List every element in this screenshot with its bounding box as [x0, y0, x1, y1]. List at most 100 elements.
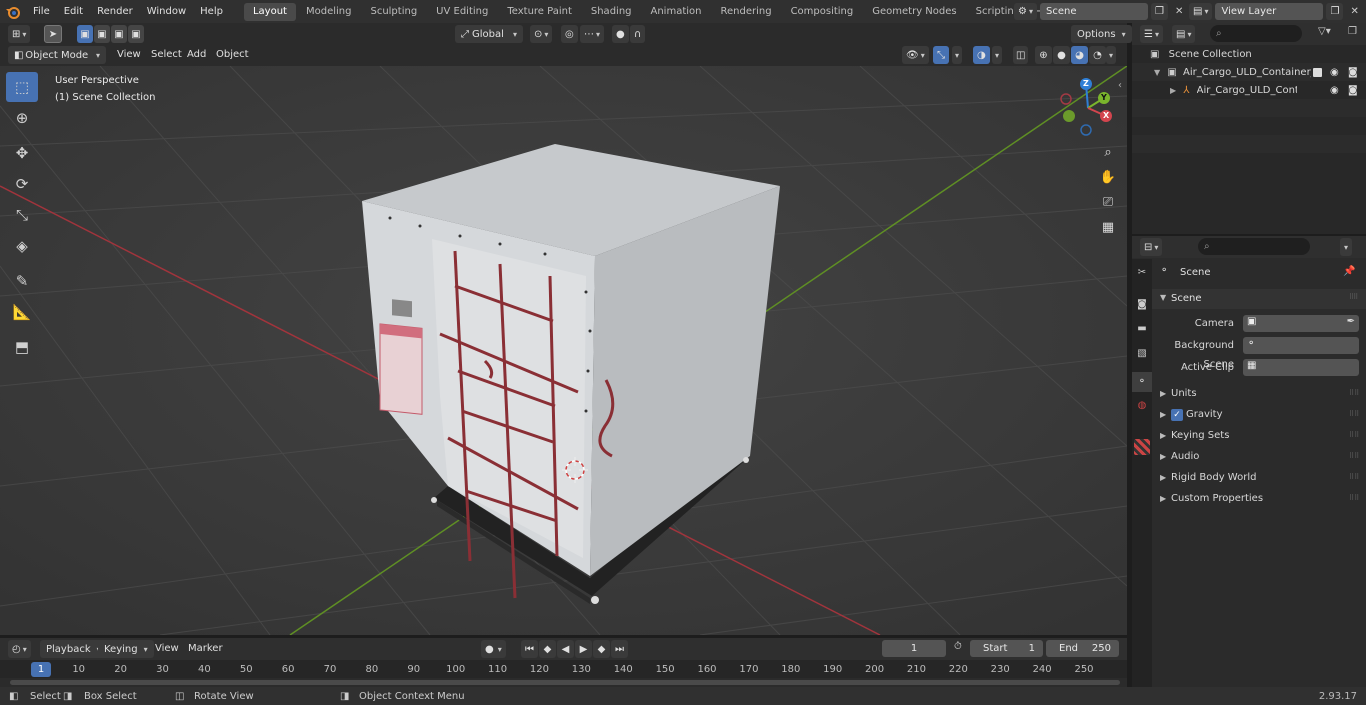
snap-icon[interactable]: ◎ [561, 25, 578, 43]
pivot-point-icon[interactable]: ⊙ ▾ [530, 25, 553, 43]
new-collection-icon[interactable]: ❐ [1348, 26, 1357, 37]
snap-target-icon[interactable]: ⋯ ▾ [580, 25, 605, 43]
expand-arrow-icon[interactable]: ▶ [1160, 494, 1166, 503]
expand-arrow-icon[interactable]: ▼ [1154, 68, 1160, 77]
sidebar-toggle-icon[interactable]: ‹ [1118, 80, 1122, 91]
scene-browse-icon[interactable]: ⚙ ▾ [1014, 3, 1037, 20]
workspace-tab-layout[interactable]: Layout [243, 2, 296, 21]
render-camera-icon[interactable]: ◙ [1348, 64, 1358, 82]
outliner-item-object[interactable]: ▶ ⅄ Air_Cargo_ULD_Containe ◉ ◙ [1170, 82, 1364, 100]
subpanel-custom-properties[interactable]: ▶ Custom Properties ⠿⠿ [1152, 490, 1366, 510]
mode-new-icon[interactable]: ▣ [77, 25, 93, 43]
options-dropdown[interactable]: Options ▾ [1071, 25, 1132, 43]
view-layer-browse-icon[interactable]: ▤ ▾ [1189, 3, 1213, 20]
workspace-tab-animation[interactable]: Animation [642, 3, 711, 21]
expand-arrow-icon[interactable]: ▶ [1160, 473, 1166, 482]
gravity-checkbox[interactable]: ✓ [1171, 409, 1183, 421]
wireframe-shading-icon[interactable]: ⊕ [1035, 46, 1052, 64]
timeline-scrollbar[interactable] [0, 678, 1127, 687]
drag-grip-icon[interactable]: ⠿⠿ [1349, 293, 1358, 301]
filter-icon[interactable]: ▽▾ [1318, 26, 1331, 37]
proportional-edit-icon[interactable]: ● [612, 25, 629, 43]
next-keyframe-icon[interactable]: ◆ [593, 640, 610, 658]
timeline-scrollbar-thumb[interactable] [10, 680, 1120, 685]
keying-dropdown[interactable]: Keying ▾ [98, 640, 154, 658]
jump-start-icon[interactable]: ⏮ [521, 640, 538, 658]
menu-edit[interactable]: Edit [57, 0, 90, 23]
scale-tool-icon[interactable]: ⤡ [6, 200, 38, 230]
expand-arrow-icon[interactable]: ▶ [1170, 86, 1176, 95]
drag-grip-icon[interactable]: ⠿⠿ [1349, 473, 1359, 481]
scene-tab-icon[interactable]: ⚬ [1132, 372, 1152, 392]
falloff-icon[interactable]: ∩ [630, 25, 646, 43]
texture-tab-icon[interactable] [1134, 439, 1150, 455]
play-reverse-icon[interactable]: ◀ [557, 640, 574, 658]
delete-view-layer-icon[interactable]: ✕ [1346, 6, 1362, 17]
subpanel-audio[interactable]: ▶ Audio ⠿⠿ [1152, 448, 1366, 468]
expand-arrow-icon[interactable]: ▶ [1160, 410, 1166, 419]
render-tab-icon[interactable]: ◙ [1134, 299, 1150, 315]
menu-window[interactable]: Window [140, 0, 193, 23]
mode-intersect-icon[interactable]: ▣ [128, 25, 144, 43]
new-scene-icon[interactable]: ❐ [1150, 3, 1168, 20]
menu-help[interactable]: Help [193, 0, 230, 23]
zoom-icon[interactable]: ⌕ [1098, 142, 1118, 162]
subpanel-gravity[interactable]: ▶ ✓ Gravity ⠿⠿ [1152, 406, 1366, 426]
move-tool-icon[interactable]: ✥ [6, 138, 38, 168]
scene-name-field[interactable]: Scene [1039, 3, 1148, 20]
gizmo-dropdown-icon[interactable]: ▾ [952, 46, 963, 64]
3d-viewport[interactable]: User Perspective (1) Scene Collection Z … [0, 66, 1127, 635]
outliner-editor-type-icon[interactable]: ☰ ▾ [1140, 25, 1163, 43]
outliner-item-collection[interactable]: ▼ ▣ Air_Cargo_ULD_Container_LD ◉ ◙ [1154, 64, 1364, 82]
transform-tool-icon[interactable]: ◈ [6, 231, 38, 261]
transform-orientation-dropdown[interactable]: ⤢ Global ▾ [455, 25, 523, 43]
mode-dropdown[interactable]: ◧ Object Mode ▾ [8, 46, 106, 64]
include-checkbox[interactable] [1313, 68, 1322, 77]
subpanel-rigid-body-world[interactable]: ▶ Rigid Body World ⠿⠿ [1152, 469, 1366, 489]
select-box-tool-icon[interactable]: ⬚ [6, 72, 38, 102]
blender-logo-icon[interactable] [0, 0, 26, 23]
pan-hand-icon[interactable]: ✋ [1098, 167, 1118, 187]
view-layer-name-field[interactable]: View Layer [1215, 3, 1324, 20]
timeline-menu-marker[interactable]: Marker [181, 638, 230, 660]
overlays-dropdown-icon[interactable]: ▾ [992, 46, 1003, 64]
menu-render[interactable]: Render [90, 0, 140, 23]
mode-extend-icon[interactable]: ▣ [94, 25, 110, 43]
gizmo-toggle-icon[interactable]: ⤡ [933, 46, 949, 64]
workspace-tab-rendering[interactable]: Rendering [711, 3, 780, 21]
material-shading-icon[interactable]: ◕ [1071, 46, 1088, 64]
solid-shading-icon[interactable]: ● [1053, 46, 1070, 64]
background-scene-field[interactable]: ⚬ [1243, 337, 1359, 354]
end-frame-field[interactable]: End 250 [1046, 640, 1119, 657]
timeline-editor-type-icon[interactable]: ◴ ▾ [8, 640, 31, 658]
rendered-shading-icon[interactable]: ◔ [1089, 46, 1106, 64]
collapse-arrow-icon[interactable]: ▼ [1160, 293, 1166, 302]
subpanel-keying-sets[interactable]: ▶ Keying Sets ⠿⠿ [1152, 427, 1366, 447]
jump-end-icon[interactable]: ⏭ [611, 640, 628, 658]
cursor-tool-icon[interactable]: ⊕ [6, 103, 38, 133]
start-frame-field[interactable]: Start 1 [970, 640, 1043, 657]
expand-arrow-icon[interactable]: ▶ [1160, 431, 1166, 440]
camera-field[interactable]: ▣ ✒ [1243, 315, 1359, 332]
active-clip-field[interactable]: ▦ [1243, 359, 1359, 376]
orthographic-grid-icon[interactable]: ▦ [1098, 217, 1118, 237]
measure-tool-icon[interactable]: 📐 [6, 297, 38, 327]
world-tab-icon[interactable]: ◍ [1134, 400, 1150, 416]
overlays-toggle-icon[interactable]: ◑ [973, 46, 990, 64]
new-view-layer-icon[interactable]: ❐ [1326, 3, 1344, 20]
play-icon[interactable]: ▶ [575, 640, 592, 658]
record-icon[interactable]: ● ▾ [481, 640, 506, 658]
select-tool-icon[interactable]: ➤ [44, 25, 62, 43]
expand-arrow-icon[interactable]: ▶ [1160, 452, 1166, 461]
pin-icon[interactable]: 📌 [1343, 266, 1355, 277]
workspace-tab-geometry-nodes[interactable]: Geometry Nodes [863, 3, 965, 21]
properties-editor-type-icon[interactable]: ⊟ ▾ [1140, 238, 1163, 256]
mode-subtract-icon[interactable]: ▣ [111, 25, 127, 43]
xray-icon[interactable]: ◫ [1013, 46, 1029, 64]
workspace-tab-compositing[interactable]: Compositing [782, 3, 863, 21]
workspace-tab-uv-editing[interactable]: UV Editing [427, 3, 497, 21]
visibility-eye-icon[interactable]: ◉ [1330, 82, 1339, 100]
annotate-tool-icon[interactable]: ✎ [6, 266, 38, 296]
drag-grip-icon[interactable]: ⠿⠿ [1349, 410, 1359, 418]
drag-grip-icon[interactable]: ⠿⠿ [1349, 389, 1359, 397]
